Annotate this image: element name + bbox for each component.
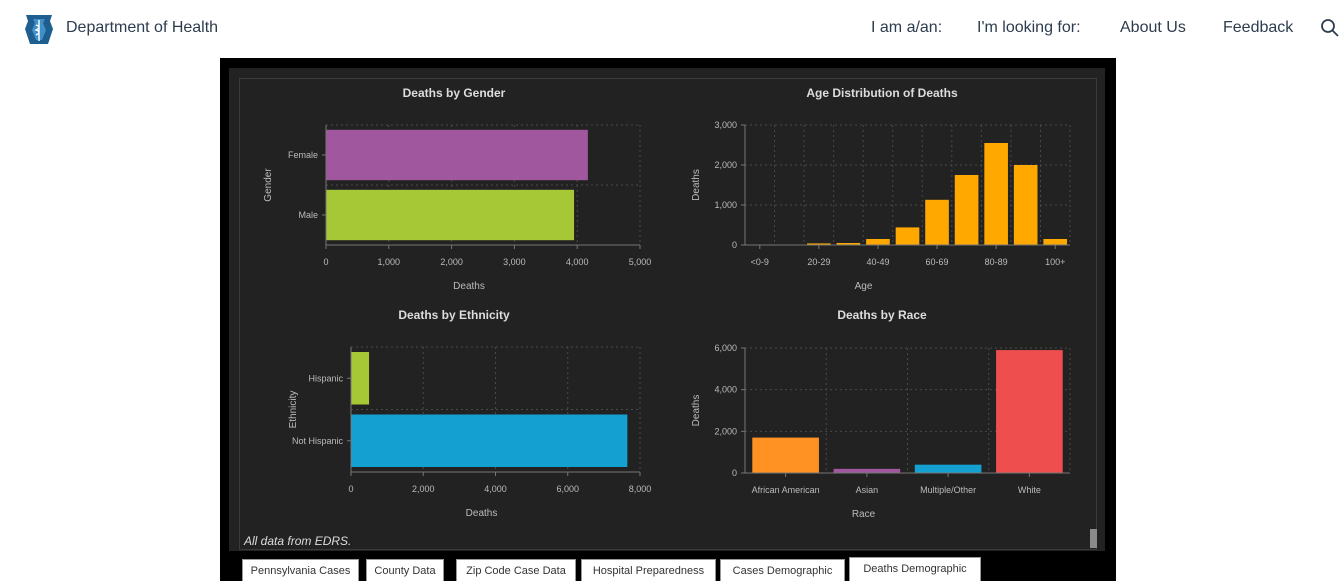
y-tick-label: 3,000 (714, 120, 737, 130)
y-axis-title: Ethnicity (288, 391, 299, 429)
age-distribution-of-deaths-title: Age Distribution of Deaths (806, 86, 958, 100)
y-tick-label: 2,000 (714, 426, 737, 436)
y-tick-label: 1,000 (714, 200, 737, 210)
bar-not-hispanic (351, 415, 627, 468)
bar-60-69 (925, 200, 949, 245)
bar-female (326, 130, 588, 180)
y-tick-label: 4,000 (714, 385, 737, 395)
y-tick-label: Female (288, 150, 318, 160)
bar-hispanic (351, 352, 369, 405)
x-tick-label: 40-49 (866, 257, 889, 267)
deaths-by-race-title: Deaths by Race (837, 308, 927, 322)
x-axis-title: Age (855, 281, 873, 292)
x-tick-label: Asian (856, 485, 879, 495)
bar-80-89 (984, 143, 1008, 245)
x-axis-title: Deaths (466, 508, 498, 519)
bar-40-49 (866, 239, 890, 245)
x-tick-label: 3,000 (503, 257, 526, 267)
x-tick-label: <0-9 (751, 257, 769, 267)
x-axis-title: Deaths (453, 281, 485, 292)
bar-white (996, 350, 1063, 473)
y-axis-title: Gender (263, 168, 274, 202)
x-tick-label: African American (752, 485, 820, 495)
deaths-by-ethnicity-title: Deaths by Ethnicity (398, 308, 510, 322)
tab-cases-demographic[interactable]: Cases Demographic (720, 559, 845, 581)
charts-canvas: Deaths by Gender 0 1,000 2,000 3,000 4,000 5,0… (0, 0, 1339, 581)
y-tick-label: Hispanic (308, 373, 343, 383)
tab-hospital-preparedness[interactable]: Hospital Preparedness (581, 559, 716, 581)
y-tick-label: 0 (732, 240, 737, 250)
y-axis-title: Deaths (691, 169, 702, 201)
bar-african-american (752, 438, 819, 473)
y-tick-label: Not Hispanic (292, 436, 344, 446)
bar-male (326, 190, 574, 240)
y-tick-label: 6,000 (714, 343, 737, 353)
x-tick-label: 0 (323, 257, 328, 267)
x-tick-label: 60-69 (926, 257, 949, 267)
tab-zip-code-case-data[interactable]: Zip Code Case Data (456, 559, 576, 581)
deaths-by-gender-title: Deaths by Gender (403, 86, 506, 100)
x-tick-label: Multiple/Other (920, 485, 976, 495)
bar-50-59 (896, 227, 920, 245)
scrollbar-thumb[interactable] (1090, 529, 1097, 548)
x-tick-label: 6,000 (556, 484, 579, 494)
x-tick-label: 4,000 (566, 257, 589, 267)
bar-multiple-other (915, 465, 982, 473)
x-tick-label: 0 (348, 484, 353, 494)
y-tick-label: Male (298, 210, 318, 220)
bar-100- (1043, 239, 1067, 245)
bar-90-99 (1014, 165, 1038, 245)
y-axis-title: Deaths (691, 395, 702, 427)
tab-deaths-demographic[interactable]: Deaths Demographic (849, 557, 981, 581)
x-tick-label: 100+ (1045, 257, 1065, 267)
x-axis-title: Race (852, 509, 876, 520)
x-tick-label: 4,000 (484, 484, 507, 494)
x-tick-label: White (1018, 485, 1041, 495)
x-tick-label: 2,000 (440, 257, 463, 267)
x-tick-label: 20-29 (807, 257, 830, 267)
tab-pennsylvania-cases[interactable]: Pennsylvania Cases (242, 559, 359, 581)
x-tick-label: 5,000 (629, 257, 652, 267)
data-source-footnote: All data from EDRS. (244, 534, 351, 548)
x-tick-label: 8,000 (629, 484, 652, 494)
x-tick-label: 80-89 (985, 257, 1008, 267)
x-tick-label: 1,000 (378, 257, 401, 267)
bar-70-79 (955, 175, 979, 245)
x-tick-label: 2,000 (412, 484, 435, 494)
y-tick-label: 2,000 (714, 160, 737, 170)
y-tick-label: 0 (732, 468, 737, 478)
bar-asian (834, 469, 901, 473)
tab-county-data[interactable]: County Data (366, 559, 444, 581)
